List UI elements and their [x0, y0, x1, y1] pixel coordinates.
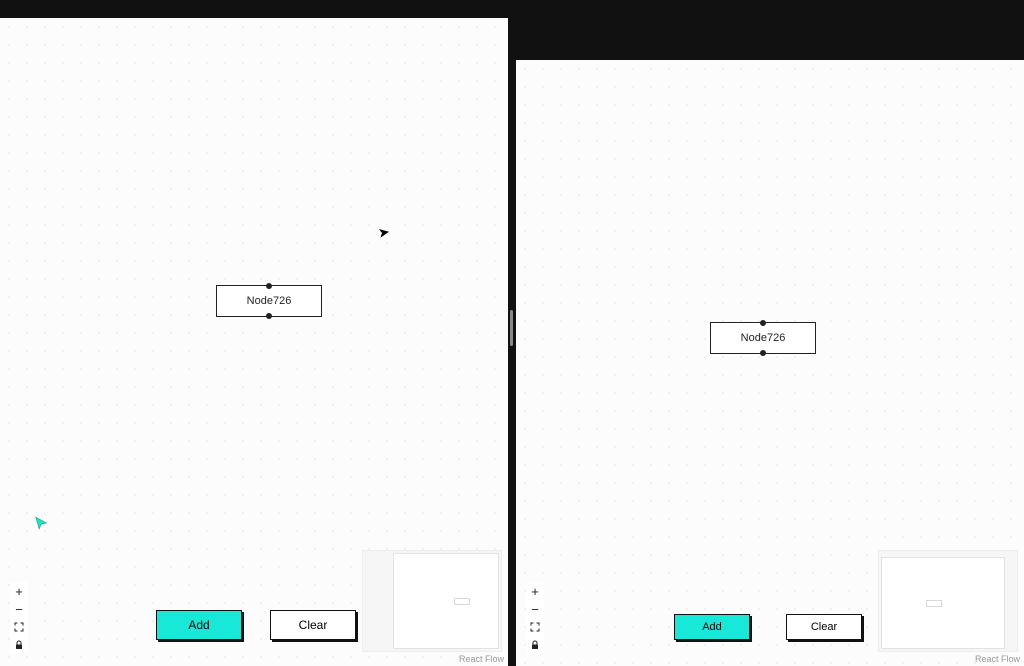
canvas-controls: + − [10, 582, 28, 654]
clear-button[interactable]: Clear [786, 614, 862, 640]
minimap-node [926, 600, 942, 607]
attribution-label: React Flow [459, 654, 504, 664]
minimap-viewport [881, 557, 1005, 649]
zoom-out-button[interactable]: − [10, 600, 28, 618]
action-buttons: Add Clear [156, 610, 356, 640]
left-pane: Node726 ➤ + − [0, 0, 508, 666]
right-pane: Node726 + − [516, 0, 1024, 666]
cursor-icon: ➤ [377, 223, 392, 242]
lock-button[interactable] [526, 636, 544, 654]
split-grip-icon [510, 310, 513, 346]
left-topbar [0, 0, 508, 18]
node-handle-top[interactable] [760, 320, 766, 326]
flow-node[interactable]: Node726 [710, 322, 816, 354]
right-canvas[interactable]: Node726 + − [516, 60, 1024, 666]
right-topbar [516, 0, 1024, 60]
canvas-controls: + − [526, 582, 544, 654]
add-button[interactable]: Add [674, 614, 750, 640]
action-buttons: Add Clear [674, 614, 862, 640]
zoom-in-button[interactable]: + [10, 582, 28, 600]
minimap[interactable] [878, 550, 1018, 652]
attribution-label: React Flow [975, 654, 1020, 664]
left-canvas[interactable]: Node726 ➤ + − [0, 18, 508, 666]
minimap[interactable] [362, 550, 502, 652]
add-button[interactable]: Add [156, 610, 242, 640]
minimap-node [454, 598, 470, 605]
remote-cursor-icon [34, 516, 48, 533]
node-label: Node726 [741, 332, 786, 344]
split-handle[interactable] [508, 0, 516, 666]
fit-view-button[interactable] [526, 618, 544, 636]
minimap-viewport [393, 553, 499, 649]
node-handle-top[interactable] [266, 283, 272, 289]
lock-button[interactable] [10, 636, 28, 654]
node-label: Node726 [247, 295, 292, 307]
node-handle-bottom[interactable] [266, 313, 272, 319]
fit-view-button[interactable] [10, 618, 28, 636]
node-handle-bottom[interactable] [760, 350, 766, 356]
clear-button[interactable]: Clear [270, 610, 356, 640]
flow-node[interactable]: Node726 [216, 285, 322, 317]
zoom-out-button[interactable]: − [526, 600, 544, 618]
zoom-in-button[interactable]: + [526, 582, 544, 600]
